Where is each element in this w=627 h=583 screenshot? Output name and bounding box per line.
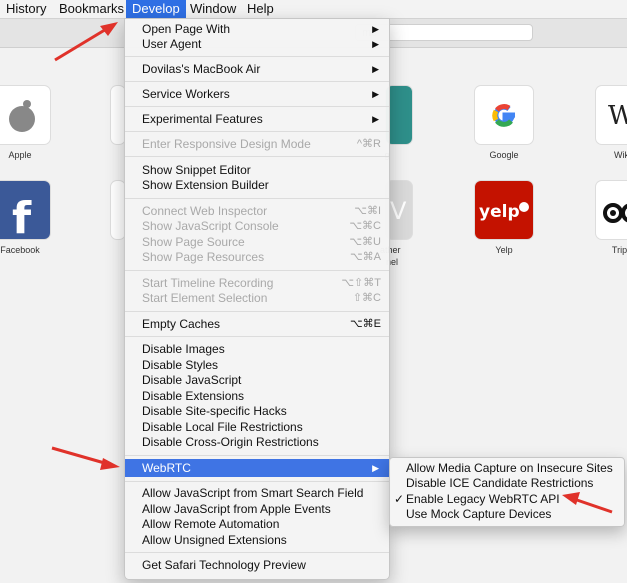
annotation-arrows (51, 22, 613, 514)
arrow-to-legacy-webrtc-icon (562, 492, 613, 514)
arrow-to-develop-icon (54, 22, 118, 62)
arrow-to-webrtc-icon (51, 446, 120, 470)
